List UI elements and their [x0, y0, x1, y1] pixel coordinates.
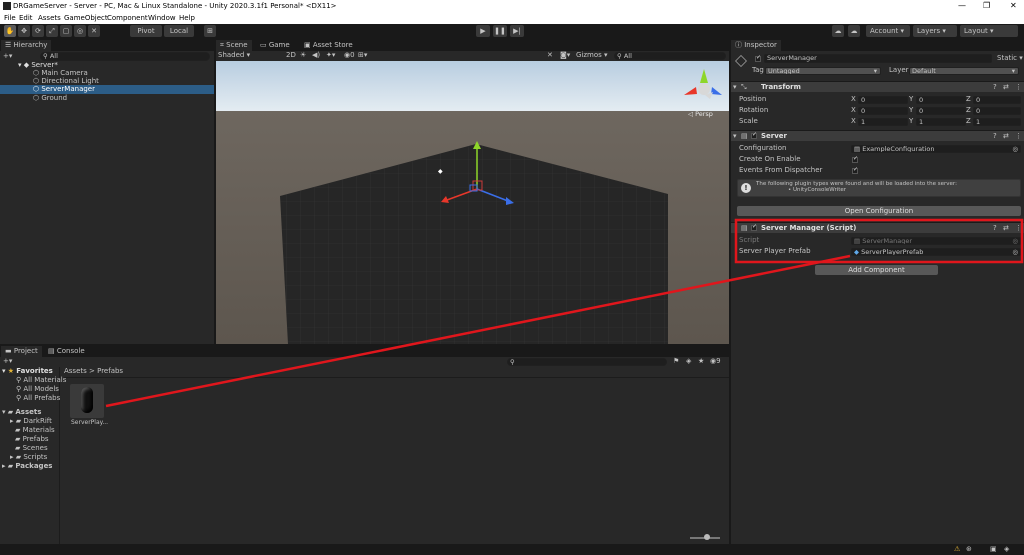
warning-icon[interactable]: ⚠ [954, 545, 960, 554]
annotation-overlay [105, 218, 1024, 408]
highlight-box [734, 218, 1024, 264]
lighting-status-icon[interactable]: ◈ [1004, 545, 1009, 554]
debug-icon[interactable]: ▣ [990, 545, 997, 554]
progress-icon[interactable]: ⊛ [966, 545, 972, 554]
annotation-arrow-line [105, 254, 851, 408]
status-bar: ⚠ ⊛ ▣ ◈ [0, 544, 1024, 555]
